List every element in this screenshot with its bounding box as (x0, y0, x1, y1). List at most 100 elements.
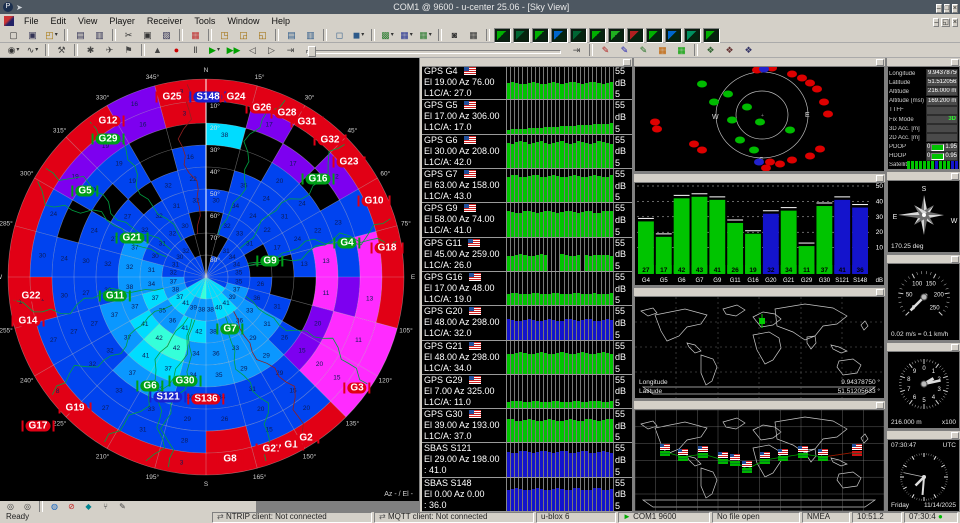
menu-help[interactable]: Help (265, 15, 296, 27)
step-back-button[interactable]: ◁ (244, 44, 261, 57)
panel-scrollbar[interactable] (887, 343, 960, 352)
menu-player[interactable]: Player (103, 15, 141, 27)
record-log-button[interactable]: ◎ (20, 502, 35, 511)
playback-slider[interactable] (306, 46, 561, 55)
pkg-button-1[interactable]: ❖ (702, 44, 719, 57)
history-bar (507, 402, 510, 408)
view-toggle-button-5[interactable] (570, 28, 587, 43)
locate-button[interactable]: ⚑ (120, 44, 137, 57)
panel-scrollbar[interactable] (634, 288, 885, 297)
view-toggle-button-9[interactable] (646, 28, 663, 43)
jump-end-button[interactable]: ⇥ (568, 44, 585, 57)
cut-button[interactable]: ✂ (120, 29, 137, 42)
menu-tools[interactable]: Tools (188, 15, 221, 27)
save-button[interactable]: ▣ (24, 29, 41, 42)
menu-receiver[interactable]: Receiver (141, 15, 189, 27)
view-toggle-button-4[interactable] (551, 28, 568, 43)
view-toggle-button-3[interactable] (532, 28, 549, 43)
camera-button[interactable]: ◙ (446, 29, 463, 42)
network-tree-button[interactable]: ⑂ (98, 502, 113, 511)
play-button[interactable]: ▶▾ (206, 44, 223, 57)
assistnow-button-1[interactable]: ◳ (216, 29, 233, 42)
menu-file[interactable]: File (18, 15, 45, 27)
pen-red-button[interactable]: ✎ (597, 44, 614, 57)
view-toggle-button-11[interactable] (684, 28, 701, 43)
print-button[interactable]: ▤ (72, 29, 89, 42)
view-toggle-button-12[interactable] (703, 28, 720, 43)
panel-scrollbar[interactable] (887, 431, 960, 440)
satellite-name: GPS G11 (424, 238, 506, 249)
panel-scrollbar[interactable] (887, 58, 960, 67)
table-orange-button[interactable]: ▦ (654, 44, 671, 57)
tools-button[interactable]: ⚒ (53, 44, 70, 57)
view-toggle-button-10[interactable] (665, 28, 682, 43)
tile-horizontal-button[interactable]: ▤ (283, 29, 300, 42)
menu-view[interactable]: View (72, 15, 103, 27)
view-toggle-button-7[interactable] (608, 28, 625, 43)
minimize-button[interactable]: – (936, 4, 942, 13)
antenna-button[interactable]: ✈ (101, 44, 118, 57)
history-bar (536, 142, 539, 168)
child-minimize-button[interactable]: – (933, 18, 939, 27)
ntrip-icon-button[interactable]: ◎ (3, 502, 18, 511)
panel-scrollbar[interactable] (634, 174, 885, 183)
paste-button[interactable]: ▨ (158, 29, 175, 42)
window-list-button[interactable]: ◼▾ (350, 29, 367, 42)
menu-edit[interactable]: Edit (45, 15, 73, 27)
panel-scrollbar[interactable] (887, 172, 960, 181)
maximize-button[interactable]: □ (944, 4, 950, 13)
child-close-button[interactable]: × (952, 18, 958, 27)
debug-button[interactable]: ✱ (82, 44, 99, 57)
table-green-button[interactable]: ▦ (673, 44, 690, 57)
open-button[interactable]: ◰▾ (43, 29, 60, 42)
window-button[interactable]: ◻ (331, 29, 348, 42)
tile-vertical-button[interactable]: ▥ (302, 29, 319, 42)
view-toggle-button-2[interactable] (513, 28, 530, 43)
assistnow-button-2[interactable]: ◲ (235, 29, 252, 42)
color-grid-button[interactable]: ▦ (187, 29, 204, 42)
child-window-icon[interactable] (4, 16, 14, 26)
child-restore-button[interactable]: ◱ (941, 18, 950, 27)
print-preview-button[interactable]: ▥ (91, 29, 108, 42)
view-toggle-button-8[interactable] (627, 28, 644, 43)
chart-view-button[interactable]: ▦▾ (398, 29, 415, 42)
view-toggle-button-6[interactable] (589, 28, 606, 43)
svg-text:G29: G29 (801, 278, 813, 284)
pkg-button-2[interactable]: ❖ (721, 44, 738, 57)
world-button[interactable]: ◍ (47, 502, 62, 511)
record-button[interactable]: ● (168, 44, 185, 57)
history-bar (610, 256, 613, 271)
panel-scrollbar[interactable] (634, 401, 885, 410)
satellite-bar (923, 161, 926, 169)
panel-scrollbar[interactable] (887, 255, 960, 264)
close-button[interactable]: × (952, 4, 958, 13)
database-button[interactable]: ◆ (81, 502, 96, 511)
edit-pencil-button[interactable]: ✎ (115, 502, 130, 511)
pen-blue-button[interactable]: ✎ (616, 44, 633, 57)
copy-button[interactable]: ▣ (139, 29, 156, 42)
fast-forward-button[interactable]: ▶▶ (225, 44, 242, 57)
eject-button[interactable]: ▲ (149, 44, 166, 57)
view-toggle-button-1[interactable] (494, 28, 511, 43)
view-combo[interactable]: ◉▾ (5, 44, 22, 57)
units-combo[interactable]: ∿▾ (24, 44, 41, 57)
grid-button[interactable]: ▦ (465, 29, 482, 42)
slider-thumb[interactable] (308, 46, 316, 57)
pen-green-button[interactable]: ✎ (635, 44, 652, 57)
history-bar (597, 255, 600, 271)
step-forward-button[interactable]: ▷ (263, 44, 280, 57)
skip-button[interactable]: ⇥ (282, 44, 299, 57)
new-file-button[interactable]: ▢ (5, 29, 22, 42)
assistnow-button-3[interactable]: ◱ (254, 29, 271, 42)
flag-canton (464, 204, 469, 208)
pause-button[interactable]: Ⅱ (187, 44, 204, 57)
no-connection-button[interactable]: ⊘ (64, 502, 79, 511)
pkg-button-3[interactable]: ❖ (740, 44, 757, 57)
map-view-button[interactable]: ▩▾ (379, 29, 396, 42)
data-value: 3D (926, 115, 958, 124)
menu-window[interactable]: Window (221, 15, 265, 27)
panel-scrollbar[interactable] (634, 58, 885, 67)
history-bar (565, 319, 568, 339)
table-view-button[interactable]: ▦▾ (417, 29, 434, 42)
history-bar (577, 293, 580, 305)
